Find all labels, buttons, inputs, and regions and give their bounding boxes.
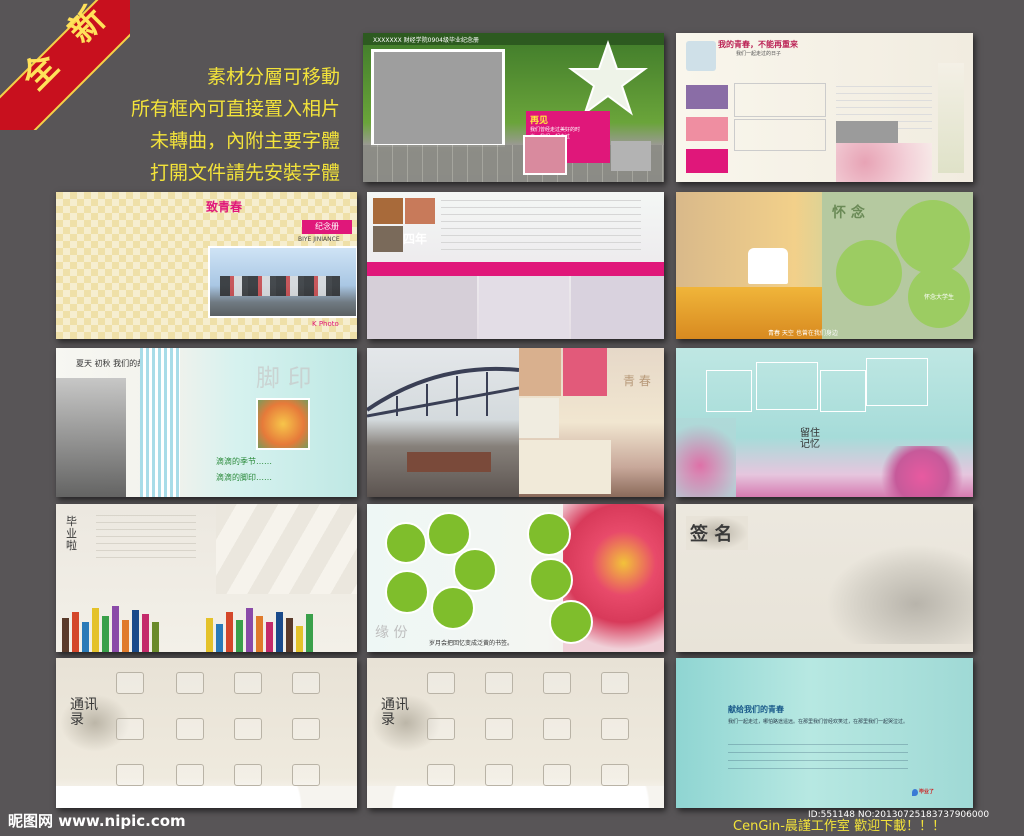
photo-frame (371, 49, 505, 147)
line-two: 滴滴的脚印…… (216, 473, 272, 482)
thumbnail-remember[interactable]: 怀 念 怀念大学生 青春 天空 也曾在我们身边 (676, 192, 973, 339)
bridge-icon (367, 358, 520, 418)
page-title: 四年 (403, 232, 428, 246)
page-title: XXXXXXX 财经学院0904级毕业纪念册 (373, 37, 479, 44)
page-title: 通讯录 (70, 697, 98, 728)
group-photo (208, 246, 357, 318)
page-caption: 青春 天空 也曾在我们身边 (768, 330, 838, 337)
thumbnail-graduation-pencils[interactable]: 毕业啦 (56, 504, 357, 652)
thumbnail-address-book-1[interactable]: 通讯录 (56, 658, 357, 808)
thumbnail-to-youth[interactable]: 致青春 纪念册 BIYE JINIANCE K Photo (56, 192, 357, 339)
page-title: 青 春 (623, 374, 651, 388)
flower-photo (256, 398, 310, 450)
thumbnail-keep-memory[interactable]: 留住记忆 (676, 348, 973, 497)
studio-logo: 毕业了 (912, 788, 934, 798)
page-title: 毕业啦 (66, 515, 77, 552)
photo-frame (611, 141, 651, 171)
thumbnail-fate[interactable]: 缘 份 岁月会把回忆变成泛黄的书签。 (367, 504, 664, 652)
photo-frame (523, 135, 567, 175)
page-title: 献给我们的青春 (728, 705, 784, 714)
tshirt-icon (748, 248, 788, 284)
album-pinyin: BIYE JINIANCE (298, 236, 340, 243)
thumbnail-cover-green[interactable]: XXXXXXX 财经学院0904级毕业纪念册 再见 我们曾经走过美好的时光，我们… (363, 33, 664, 182)
pink-card-title: 再见 (530, 116, 549, 126)
thumbnail-dedication[interactable]: 献给我们的青春 我们一起走过，哪怕路途遥远。在那里我们曾经欢笑过，在那里我们一起… (676, 658, 973, 808)
page-body: 我们一起走过，哪怕路途遥远。在那里我们曾经欢笑过，在那里我们一起哭泣过。 (728, 719, 909, 725)
page-title: 签 名 (690, 524, 733, 545)
page-subtitle: 我们一起走过的日子 (736, 51, 782, 57)
page-title: 缘 份 (375, 625, 408, 641)
page-title: 致青春 (206, 200, 243, 214)
line-one: 滴滴的季节…… (216, 457, 272, 466)
watermark-text: 昵图网 www.nipic.com (8, 812, 186, 830)
page-title: 我的青春，不能再重来 (718, 40, 798, 49)
page-title: 怀 念 (832, 205, 865, 221)
promo-line-1: 素材分層可移動 (206, 66, 340, 88)
thumbnail-bridge[interactable]: 青 春 (367, 348, 664, 497)
thumbnail-youth-flowers[interactable]: 我的青春，不能再重来 我们一起走过的日子 (676, 33, 973, 182)
promo-line-2: 所有框內可直接置入相片 (130, 98, 340, 120)
page-caption: 岁月会把回忆变成泛黄的书签。 (429, 640, 514, 647)
footprint-watermark: 脚 印 (256, 364, 312, 392)
thumbnail-four-years[interactable]: 四年 (367, 192, 664, 339)
promo-line-4: 打開文件請先安裝字體 (149, 162, 340, 184)
photo-caption: K Photo (312, 320, 339, 328)
page-title: 通讯录 (381, 697, 409, 728)
thumbnail-footprints[interactable]: 夏天 初秋 我们的故事 脚 印 滴滴的季节…… 滴滴的脚印…… (56, 348, 357, 497)
page-title: 留住记忆 (800, 428, 820, 450)
promo-line-3: 未轉曲，內附主要字體 (149, 130, 340, 152)
album-label: 纪念册 (302, 220, 352, 234)
thumbnail-signature[interactable]: 签 名 (676, 504, 973, 652)
star-shape (567, 39, 649, 119)
image-id-text: ID:551148 NO:20130725183737906000 (808, 810, 990, 820)
thumbnail-address-book-2[interactable]: 通讯录 (367, 658, 664, 808)
new-badge: 全 新 (0, 0, 130, 130)
circle-caption: 怀念大学生 (924, 294, 955, 301)
